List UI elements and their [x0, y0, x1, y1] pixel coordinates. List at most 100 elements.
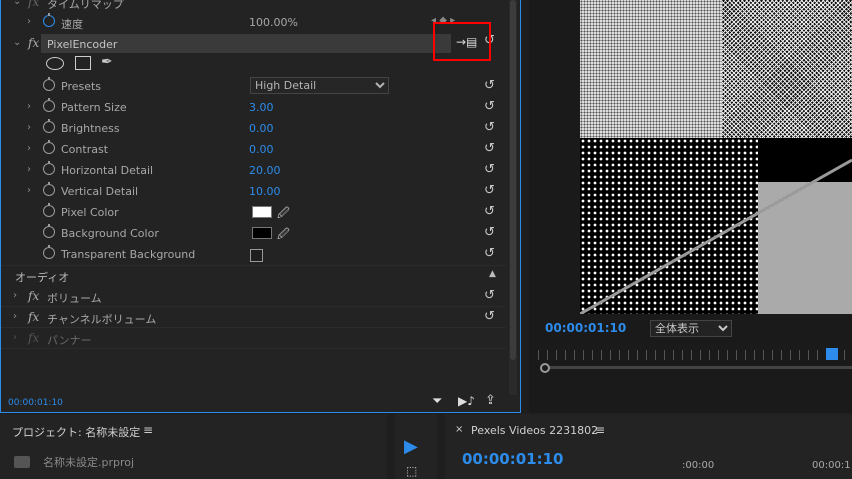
selection-tool-icon[interactable]: ▶	[404, 436, 418, 457]
pixel-color-swatch[interactable]	[252, 206, 272, 218]
presets-label: Presets	[61, 80, 102, 93]
scrub-bar[interactable]	[545, 366, 852, 369]
close-icon[interactable]: ×	[455, 424, 463, 435]
stopwatch-icon[interactable]	[43, 98, 55, 112]
scrollbar-thumb[interactable]	[510, 0, 516, 360]
background-color-swatch[interactable]	[252, 227, 272, 239]
reset-icon[interactable]: ↺	[484, 99, 495, 114]
monitor-timecode[interactable]: 00:00:01:10	[545, 321, 626, 335]
volume-label: ボリューム	[47, 292, 102, 305]
presets-dropdown[interactable]: High Detail	[250, 77, 389, 94]
scrub-handle[interactable]	[540, 363, 550, 373]
vertical-scrollbar[interactable]	[509, 0, 517, 395]
panner-label: パンナー	[47, 334, 92, 347]
channel-volume-label: チャンネルボリューム	[47, 313, 157, 326]
reset-icon[interactable]: ↺	[484, 225, 495, 240]
effect-name-bar[interactable]: PixelEncoder	[41, 34, 451, 53]
chevron-right-icon[interactable]: ›	[13, 332, 17, 343]
stopwatch-icon[interactable]	[43, 203, 55, 217]
pen-mask-icon[interactable]: ✒	[101, 54, 113, 70]
audio-effect-channel-volume[interactable]: › fx チャンネルボリューム ↺	[1, 307, 506, 328]
chevron-right-icon[interactable]: ›	[27, 101, 31, 112]
monitor-ruler[interactable]	[538, 350, 852, 360]
chevron-right-icon[interactable]: ›	[27, 164, 31, 175]
pixel-color-label: Pixel Color	[61, 206, 119, 219]
chevron-right-icon[interactable]: ›	[13, 311, 17, 322]
vertical-detail-value[interactable]: 10.00	[249, 185, 281, 198]
time-remap-label: タイムリマップ	[47, 0, 124, 11]
reset-icon[interactable]: ↺	[484, 288, 495, 303]
chevron-right-icon[interactable]: ›	[13, 290, 17, 301]
chevron-down-icon[interactable]: ⌄	[13, 0, 21, 7]
vertical-detail-label: Vertical Detail	[61, 185, 139, 198]
contrast-value[interactable]: 0.00	[249, 143, 274, 156]
reset-icon[interactable]: ↺	[484, 162, 495, 177]
fx-icon[interactable]: fx	[28, 310, 39, 324]
folder-icon	[14, 456, 30, 468]
rectangle-mask-icon[interactable]	[75, 56, 91, 70]
fx-icon: fx	[28, 331, 40, 345]
fx-icon[interactable]: fx	[28, 36, 39, 50]
divider	[1, 348, 506, 349]
tools-panel: ▶ ⬚	[395, 414, 437, 479]
transparent-background-checkbox[interactable]	[250, 249, 263, 262]
pattern-size-row: › Pattern Size 3.00 ↺	[1, 97, 506, 118]
chevron-right-icon[interactable]: ›	[27, 122, 31, 133]
filter-icon[interactable]: ⏷	[432, 394, 442, 409]
ruler-label: 00:00:1	[812, 460, 851, 471]
pattern-size-value[interactable]: 3.00	[249, 101, 274, 114]
reset-icon[interactable]: ↺	[484, 246, 495, 261]
play-audio-icon[interactable]: ▶♪	[458, 394, 475, 408]
reset-icon[interactable]: ↺	[484, 183, 495, 198]
reset-icon[interactable]: ↺	[484, 309, 495, 324]
speed-value[interactable]: 100.00%	[249, 16, 298, 29]
chevron-down-icon[interactable]: ⌄	[13, 37, 21, 48]
export-icon[interactable]: ⇪	[485, 393, 496, 408]
sequence-tab[interactable]: Pexels Videos 2231802	[471, 424, 598, 437]
stopwatch-icon[interactable]	[43, 245, 55, 259]
background-color-label: Background Color	[61, 227, 159, 240]
track-select-tool-icon[interactable]: ⬚	[406, 464, 417, 478]
stopwatch-icon[interactable]	[43, 13, 55, 27]
stopwatch-icon[interactable]	[43, 161, 55, 175]
stopwatch-icon[interactable]	[43, 119, 55, 133]
zoom-dropdown[interactable]: 全体表示	[650, 320, 732, 337]
ruler-label: :00:00	[682, 460, 715, 471]
chevron-right-icon[interactable]: ›	[27, 143, 31, 154]
project-file[interactable]: 名称未設定.prproj	[43, 454, 134, 470]
highlight-box	[433, 22, 491, 61]
chevron-right-icon[interactable]: ›	[27, 16, 31, 27]
reset-icon[interactable]: ↺	[484, 141, 495, 156]
horizontal-detail-value[interactable]: 20.00	[249, 164, 281, 177]
stopwatch-icon[interactable]	[43, 140, 55, 154]
reset-icon[interactable]: ↺	[484, 204, 495, 219]
chevron-right-icon[interactable]: ›	[27, 185, 31, 196]
audio-effect-volume[interactable]: › fx ボリューム ↺	[1, 286, 506, 307]
stopwatch-icon[interactable]	[43, 224, 55, 238]
panel-menu-icon[interactable]: ≡	[143, 423, 153, 437]
audio-effect-panner[interactable]: › fx パンナー	[1, 328, 506, 349]
effect-name: PixelEncoder	[47, 38, 118, 51]
fx-icon[interactable]: fx	[28, 289, 39, 303]
fx-icon: fx	[28, 0, 40, 9]
panel-menu-icon[interactable]: ≡	[595, 423, 605, 437]
contrast-label: Contrast	[61, 143, 109, 156]
horizontal-detail-row: › Horizontal Detail 20.00 ↺	[1, 160, 506, 181]
eyedropper-icon[interactable]: 🖉	[277, 225, 290, 246]
footer-timecode[interactable]: 00:00:01:10	[8, 398, 63, 408]
stopwatch-icon[interactable]	[43, 182, 55, 196]
ellipse-mask-icon[interactable]	[46, 57, 64, 70]
contrast-row: › Contrast 0.00 ↺	[1, 139, 506, 160]
eyedropper-icon[interactable]: 🖉	[277, 204, 290, 225]
playhead-marker[interactable]	[826, 348, 838, 360]
audio-section-header[interactable]: オーディオ ▲	[1, 265, 506, 286]
collapse-up-icon[interactable]: ▲	[489, 269, 496, 279]
reset-icon[interactable]: ↺	[484, 120, 495, 135]
timeline-timecode[interactable]: 00:00:01:10	[462, 450, 564, 468]
speed-label: 速度	[61, 18, 83, 31]
reset-icon[interactable]: ↺	[484, 78, 495, 93]
project-title[interactable]: プロジェクト: 名称未設定	[12, 424, 140, 440]
stopwatch-icon[interactable]	[43, 77, 55, 91]
brightness-value[interactable]: 0.00	[249, 122, 274, 135]
speed-row[interactable]: › 速度 100.00% ◂ ◆ ▸	[1, 12, 506, 33]
